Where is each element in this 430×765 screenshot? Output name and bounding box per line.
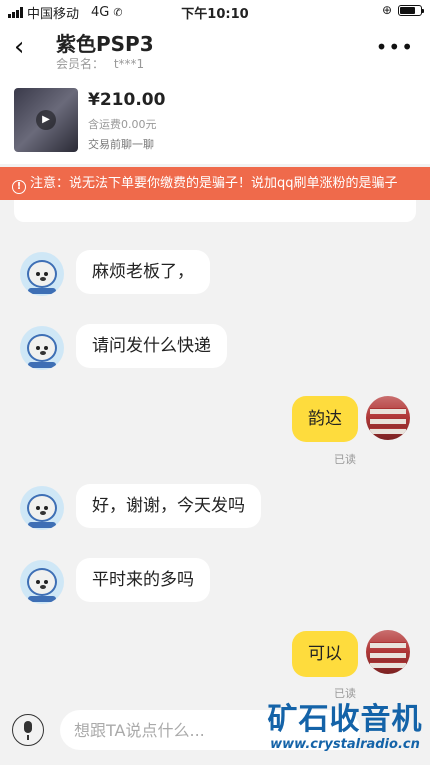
message-bubble[interactable]: 请问发什么快递: [76, 324, 227, 368]
product-card[interactable]: ▶ ¥210.00 含运费0.00元 交易前聊一聊: [0, 74, 430, 164]
play-icon: ▶: [36, 110, 56, 130]
warning-banner: ! 注意：说无法下单要你缴费的是骗子！说加qq刷单涨粉的是骗子: [0, 167, 430, 200]
previous-message-bubble: [14, 200, 416, 222]
my-message-bubble[interactable]: 可以: [292, 631, 358, 677]
member-info: 会员名： t***1: [56, 55, 144, 72]
page-title: 紫色PSP3: [56, 32, 154, 56]
product-thumbnail[interactable]: ▶: [14, 88, 78, 152]
watermark-logo: 矿石收音机 www.crystalradio.cn: [262, 703, 428, 753]
chat-area[interactable]: 麻烦老板了， 请问发什么快递 韵达 已读 好，谢谢，今天发吗 平时来的多吗 可以…: [0, 200, 430, 700]
shipping-fee: 含运费0.00元: [88, 118, 157, 131]
chat-header: ‹ 紫色PSP3 会员名： t***1 •••: [0, 22, 430, 74]
input-bar: 矿石收音机 www.crystalradio.cn: [0, 700, 430, 765]
seller-avatar[interactable]: [20, 486, 64, 530]
status-time: 下午10:10: [181, 7, 249, 22]
microphone-icon[interactable]: [12, 714, 44, 746]
seller-avatar[interactable]: [20, 560, 64, 604]
read-status: 已读: [334, 687, 356, 700]
watermark-url: www.crystalradio.cn: [270, 737, 420, 752]
seller-avatar[interactable]: [20, 326, 64, 370]
my-message-bubble[interactable]: 韵达: [292, 396, 358, 442]
my-avatar[interactable]: [366, 630, 410, 674]
my-avatar[interactable]: [366, 396, 410, 440]
pre-chat-label: 交易前聊一聊: [88, 138, 154, 151]
read-status: 已读: [334, 453, 356, 466]
rotation-lock-icon: ⊕: [381, 3, 392, 17]
back-icon[interactable]: ‹: [14, 32, 40, 62]
member-name: t***1: [113, 57, 145, 71]
watermark-title: 矿石收音机: [267, 702, 423, 737]
member-label: 会员名：: [56, 57, 105, 71]
warning-text: 注意：说无法下单要你缴费的是骗子！说加qq刷单涨粉的是骗子: [30, 176, 398, 191]
product-price: ¥210.00: [88, 90, 166, 110]
seller-avatar[interactable]: [20, 252, 64, 296]
alert-icon: !: [12, 180, 26, 194]
status-bar: 中国移动 4G ✆ 下午10:10 ⊕: [0, 0, 430, 22]
battery-icon: [398, 4, 424, 16]
message-bubble[interactable]: 麻烦老板了，: [76, 250, 210, 294]
message-bubble[interactable]: 好，谢谢，今天发吗: [76, 484, 261, 528]
more-dots-icon[interactable]: •••: [376, 35, 414, 59]
message-bubble[interactable]: 平时来的多吗: [76, 558, 210, 602]
